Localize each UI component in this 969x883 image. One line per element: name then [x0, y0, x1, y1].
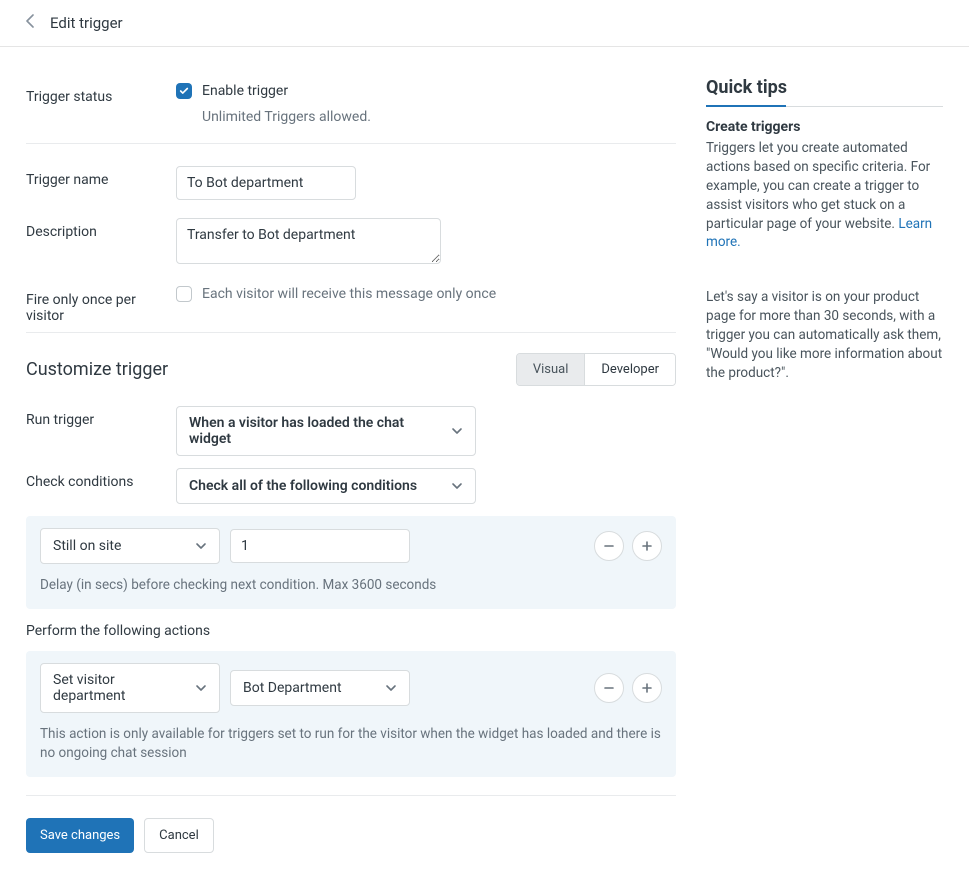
customize-title: Customize trigger: [26, 359, 168, 380]
run-trigger-select[interactable]: When a visitor has loaded the chat widge…: [176, 406, 476, 456]
cancel-button[interactable]: Cancel: [144, 818, 214, 853]
add-action-button[interactable]: [632, 673, 662, 703]
chevron-down-icon: [385, 682, 397, 694]
run-trigger-label: Run trigger: [26, 406, 176, 428]
minus-icon: [603, 540, 615, 552]
condition-block: Still on site Delay (in secs) before che…: [26, 516, 676, 609]
fire-once-hint: Each visitor will receive this message o…: [202, 286, 496, 302]
run-trigger-value: When a visitor has loaded the chat widge…: [189, 415, 441, 447]
condition-hint: Delay (in secs) before checking next con…: [40, 576, 662, 595]
tab-visual[interactable]: Visual: [517, 354, 585, 385]
chevron-down-icon: [195, 540, 207, 552]
plus-icon: [641, 682, 653, 694]
footer-actions: Save changes Cancel: [26, 818, 676, 853]
trigger-name-row: Trigger name: [26, 166, 676, 200]
action-hint: This action is only available for trigge…: [40, 725, 662, 763]
customize-header: Customize trigger Visual Developer: [26, 353, 676, 386]
quick-tips-panel: Quick tips Create triggers Triggers let …: [706, 47, 943, 883]
back-chevron-icon[interactable]: [24, 14, 36, 32]
plus-icon: [641, 540, 653, 552]
description-label: Description: [26, 218, 176, 240]
check-conditions-value: Check all of the following conditions: [189, 478, 417, 494]
quick-tips-body-1: Triggers let you create automated action…: [706, 140, 930, 232]
perform-actions-label: Perform the following actions: [26, 623, 676, 639]
quick-tips-heading: Quick tips: [706, 77, 943, 107]
enable-trigger-checkbox[interactable]: [176, 83, 192, 99]
divider: [26, 332, 676, 333]
minus-icon: [603, 682, 615, 694]
fire-once-checkbox[interactable]: [176, 286, 192, 302]
save-button[interactable]: Save changes: [26, 818, 134, 853]
condition-type-value: Still on site: [53, 538, 121, 554]
description-input[interactable]: [176, 218, 441, 264]
action-block: Set visitor department Bot Department Th: [26, 651, 676, 777]
chevron-down-icon: [451, 480, 463, 492]
action-value-text: Bot Department: [243, 680, 342, 696]
page-header: Edit trigger: [0, 0, 969, 47]
checkmark-icon: [179, 86, 189, 96]
description-row: Description: [26, 218, 676, 268]
enable-trigger-label: Enable trigger: [202, 83, 288, 99]
action-value-select[interactable]: Bot Department: [230, 670, 410, 706]
check-conditions-select[interactable]: Check all of the following conditions: [176, 468, 476, 504]
condition-type-select[interactable]: Still on site: [40, 528, 220, 564]
page-title: Edit trigger: [50, 14, 123, 32]
check-conditions-row: Check conditions Check all of the follow…: [26, 468, 676, 504]
remove-condition-button[interactable]: [594, 531, 624, 561]
fire-once-row: Fire only once per visitor Each visitor …: [26, 286, 676, 324]
run-trigger-row: Run trigger When a visitor has loaded th…: [26, 406, 676, 456]
fire-once-label: Fire only once per visitor: [26, 286, 176, 324]
tab-developer[interactable]: Developer: [584, 354, 675, 385]
remove-action-button[interactable]: [594, 673, 624, 703]
trigger-status-hint: Unlimited Triggers allowed.: [202, 109, 676, 125]
trigger-status-row: Trigger status Enable trigger Unlimited …: [26, 83, 676, 125]
trigger-name-label: Trigger name: [26, 166, 176, 188]
action-type-value: Set visitor department: [53, 672, 185, 704]
quick-tips-body-2: Let's say a visitor is on your product p…: [706, 288, 943, 382]
mode-toggle: Visual Developer: [516, 353, 676, 386]
divider: [26, 795, 676, 796]
chevron-down-icon: [451, 425, 463, 437]
check-conditions-label: Check conditions: [26, 468, 176, 490]
quick-tips-subheading: Create triggers: [706, 119, 943, 135]
condition-value-input[interactable]: [230, 529, 410, 563]
main-panel: Trigger status Enable trigger Unlimited …: [26, 47, 676, 883]
action-type-select[interactable]: Set visitor department: [40, 663, 220, 713]
trigger-name-input[interactable]: [176, 166, 356, 200]
divider: [26, 143, 676, 144]
add-condition-button[interactable]: [632, 531, 662, 561]
trigger-status-label: Trigger status: [26, 83, 176, 105]
chevron-down-icon: [195, 682, 207, 694]
